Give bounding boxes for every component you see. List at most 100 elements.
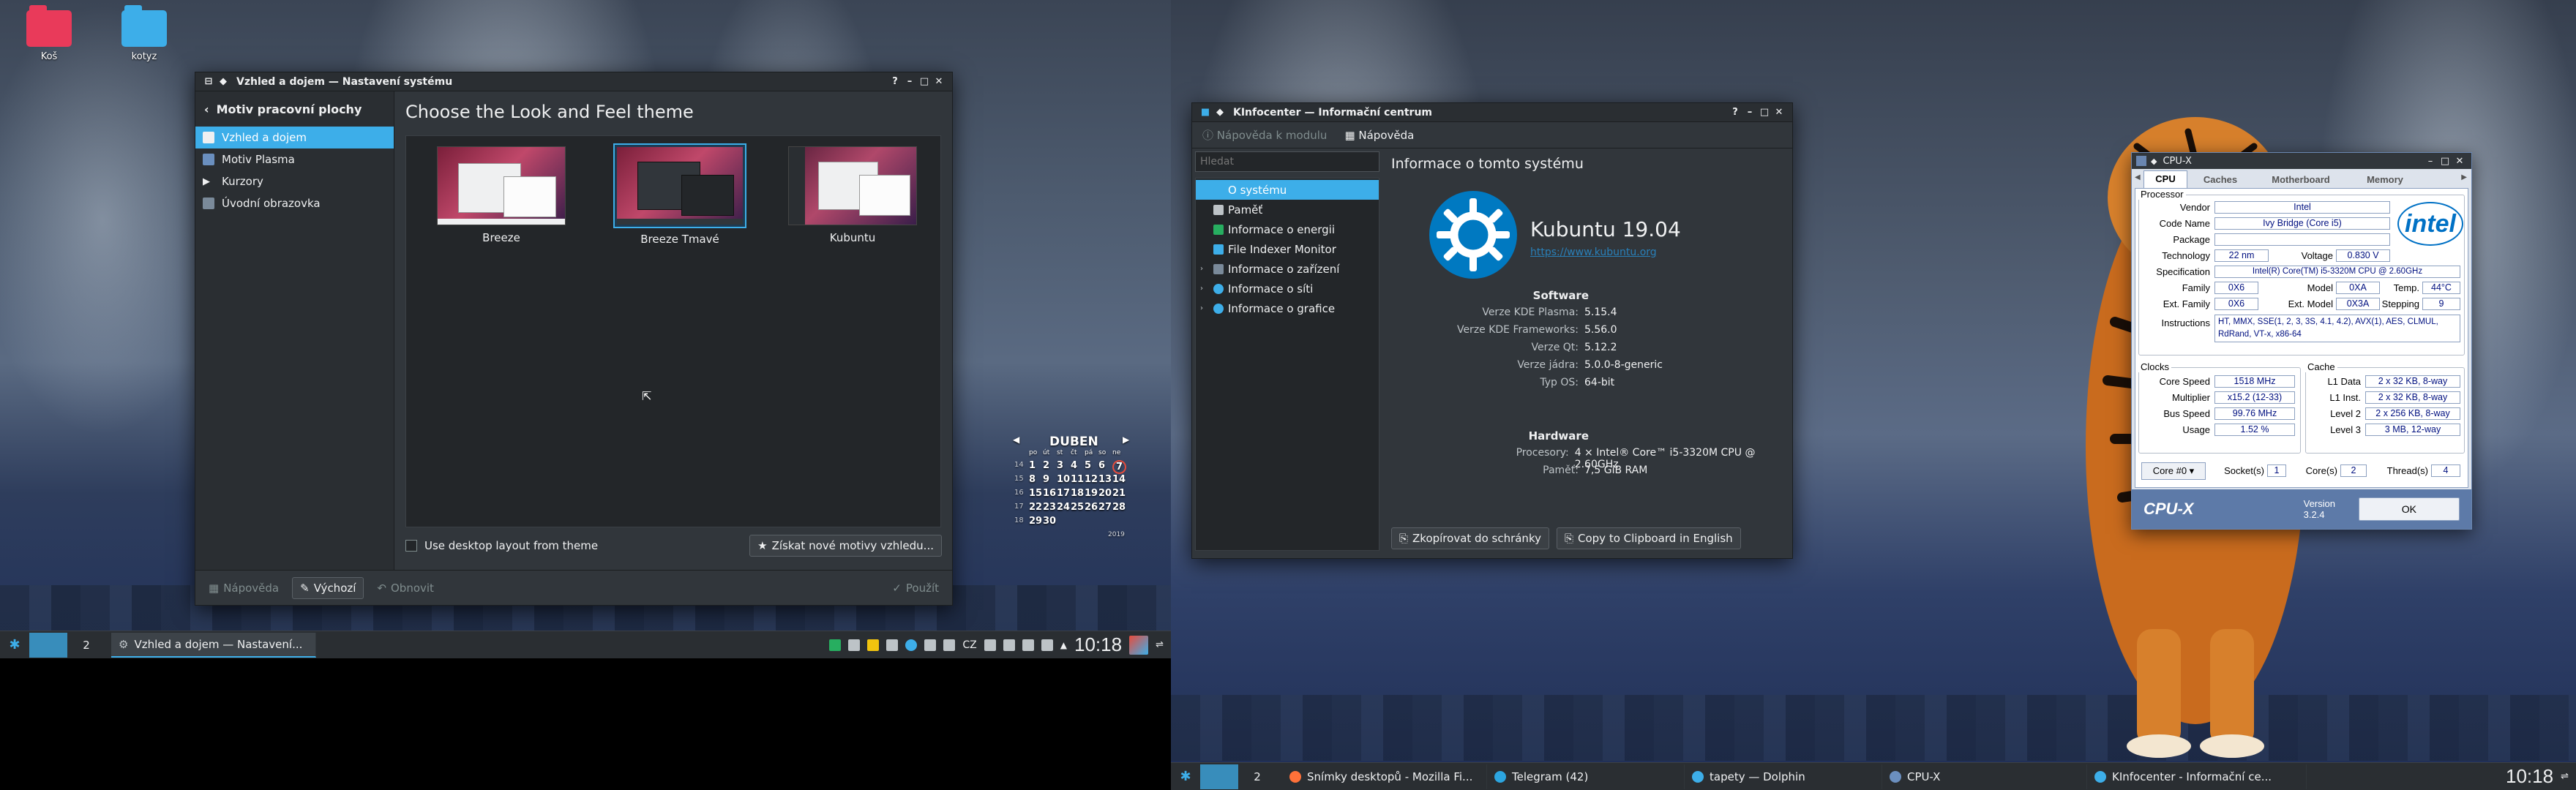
desktop-icon-home[interactable]: kotyz [111,5,177,62]
core-select[interactable]: Core #0 ▾ [2141,462,2206,480]
tab-memory[interactable]: Memory [2348,172,2422,188]
close-icon[interactable]: ✕ [932,76,946,87]
help-button[interactable]: ▦ Nápověda [201,577,286,599]
calendar-day[interactable]: 29 [1029,516,1042,527]
maximize-icon[interactable]: □ [2438,156,2452,167]
task-settings[interactable]: ⚙ Vzhled a dojem — Nastavení... [111,632,316,658]
calendar-day[interactable]: 8 [1029,474,1036,485]
maximize-icon[interactable]: □ [1757,107,1772,118]
calendar-day[interactable]: 27 [1098,502,1112,513]
task-cpux[interactable]: CPU-X [1882,764,2087,789]
calendar-day[interactable]: 20 [1098,488,1112,499]
clock[interactable]: 10:18 [1074,633,1122,656]
maximize-icon[interactable]: □ [917,76,932,87]
calendar-day[interactable]: 21 [1112,488,1126,499]
calendar-day[interactable]: 12 [1085,474,1098,485]
reset-button[interactable]: ↶ Obnovit [370,577,441,599]
minimize-icon[interactable]: – [2423,156,2438,167]
expand-arrow-icon[interactable]: › [1200,285,1209,293]
theme-kubuntu[interactable]: Kubuntu [787,146,918,244]
module-help-button[interactable]: ⓘ Nápověda k modulu [1202,127,1327,143]
window-menu-icon[interactable]: ⊟ [201,76,216,87]
next-month-button[interactable]: ▶ [1123,434,1129,445]
pin-icon[interactable]: ◆ [2151,157,2157,166]
printer-icon[interactable] [1022,639,1034,651]
lock-icon[interactable] [984,639,996,651]
calendar-day[interactable]: 9 [1043,474,1049,485]
clock[interactable]: 10:18 [2506,765,2553,788]
tray-expand-icon[interactable]: ▲ [1060,640,1067,650]
sidebar-item-splash[interactable]: Úvodní obrazovka [195,192,394,214]
kinfocenter-app-icon[interactable]: ■ [1198,107,1213,118]
network-icon[interactable] [943,639,956,651]
calendar-day[interactable]: 22 [1029,502,1042,513]
panel-config-icon[interactable]: ⇌ [2561,771,2569,782]
task-dolphin[interactable]: tapety — Dolphin [1685,764,1882,789]
close-icon[interactable]: ✕ [1772,107,1786,118]
calendar-day[interactable]: 6 [1098,460,1105,471]
calendar-tray-icon[interactable] [1129,635,1149,655]
task-telegram[interactable]: Telegram (42) [1487,764,1685,789]
settings-titlebar[interactable]: ⊟ ◆ Vzhled a dojem — Nastavení systému ?… [195,72,952,91]
tree-item[interactable]: Paměť [1196,200,1379,219]
desktop-1[interactable] [29,632,67,658]
sidebar-item-plasma-theme[interactable]: Motiv Plasma [195,148,394,170]
battery-icon[interactable] [829,639,842,651]
updates-icon[interactable] [905,639,918,651]
calendar-day[interactable]: 10 [1057,474,1070,485]
calendar-today[interactable]: 7 [1112,460,1127,474]
kinfocenter-titlebar[interactable]: ■ ◆ KInfocenter — Informační centrum ? –… [1192,103,1792,122]
app-launcher-icon[interactable]: ✱ [0,637,29,652]
volume-icon[interactable] [1041,639,1053,651]
desktop-2[interactable]: 2 [1238,764,1276,789]
distro-url-link[interactable]: https://www.kubuntu.org [1530,247,1657,258]
defaults-button[interactable]: ✎ Výchozí [292,576,364,599]
cpux-app-icon[interactable] [2136,156,2146,166]
calendar-day[interactable]: 26 [1085,502,1098,513]
calendar-day[interactable]: 24 [1057,502,1070,513]
pin-icon[interactable]: ◆ [216,76,231,87]
sidebar-item-look-and-feel[interactable]: Vzhled a dojem [195,127,394,148]
notes-icon[interactable] [867,639,880,651]
panel-config-icon[interactable]: ⇌ [1156,639,1164,650]
calendar-day[interactable]: 14 [1112,474,1126,485]
expand-arrow-icon[interactable]: › [1200,304,1209,312]
calendar-day[interactable]: 4 [1071,460,1077,471]
help-icon[interactable]: ? [888,76,902,87]
tab-scroll-right-icon[interactable]: ▶ [2461,173,2467,181]
tree-item[interactable]: › Informace o síti [1196,279,1379,298]
calendar-day[interactable]: 25 [1071,502,1084,513]
calendar-day[interactable]: 13 [1098,474,1112,485]
tab-scroll-left-icon[interactable]: ◀ [2135,173,2141,181]
sidebar-item-cursors[interactable]: ▶ Kurzory [195,170,394,192]
tab-cpu[interactable]: CPU [2143,170,2187,188]
app-launcher-icon[interactable]: ✱ [1171,769,1200,784]
calendar-day[interactable]: 15 [1029,488,1042,499]
theme-breeze[interactable]: Breeze [435,146,567,244]
calendar-day[interactable]: 17 [1057,488,1070,499]
task-kinfocenter[interactable]: KInfocenter - Informační ce... [2087,764,2307,789]
calendar-day[interactable]: 30 [1043,516,1056,527]
theme-breeze-dark[interactable]: Breeze Tmavé [611,143,749,246]
display-icon[interactable] [848,639,861,651]
desktop-2[interactable]: 2 [67,633,105,658]
tab-motherboard[interactable]: Motherboard [2253,172,2348,188]
bluetooth-icon[interactable] [1003,639,1015,651]
help-icon[interactable]: ? [1728,107,1742,118]
ok-button[interactable]: OK [2358,497,2460,521]
calendar-day[interactable]: 16 [1043,488,1056,499]
tree-item[interactable]: Informace o energii [1196,219,1379,239]
back-button[interactable]: ‹ Motiv pracovní plochy [195,91,394,127]
tab-caches[interactable]: Caches [2187,172,2253,188]
usb-icon[interactable] [924,639,937,651]
calendar-day[interactable]: 3 [1057,460,1063,471]
calendar-day[interactable]: 19 [1085,488,1098,499]
calendar-day[interactable]: 11 [1071,474,1084,485]
calendar-day[interactable]: 28 [1112,502,1126,513]
tree-item[interactable]: › Informace o zařízení [1196,259,1379,279]
apply-button[interactable]: ✓ Použít [885,577,946,599]
tree-item[interactable]: O systému [1196,180,1379,200]
help-menu-button[interactable]: ▦ Nápověda [1344,129,1414,142]
cpux-titlebar[interactable]: ◆ CPU-X – □ ✕ [2132,153,2471,169]
desktop-1[interactable] [1200,764,1238,789]
